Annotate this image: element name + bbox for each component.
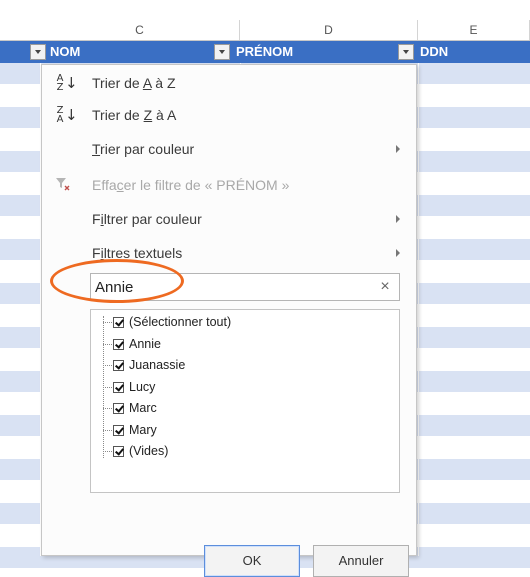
filter-value-list: (Sélectionner tout) Annie Juanassie Lucy Mar… xyxy=(90,309,400,493)
column-header-c[interactable]: C xyxy=(40,20,240,40)
list-item-label: Annie xyxy=(129,336,161,351)
clear-search-icon[interactable]: × xyxy=(371,274,399,300)
sort-by-color-item[interactable]: Trier par couleur xyxy=(42,133,416,165)
sort-ascending-item[interactable]: A Z ↓ Trier de A à Z xyxy=(42,67,416,99)
checkbox-checked-icon[interactable] xyxy=(113,424,124,436)
list-item-label: (Vides) xyxy=(129,444,169,458)
submenu-arrow-icon xyxy=(396,215,400,223)
header-nom: NOM xyxy=(50,44,81,59)
header-prenom: PRÉNOM xyxy=(236,44,294,59)
checkbox-checked-icon[interactable] xyxy=(113,446,124,457)
list-item-label: Mary xyxy=(129,422,157,437)
checkbox-checked-icon[interactable] xyxy=(113,317,124,328)
sort-descending-icon: Z A ↓ xyxy=(56,105,78,125)
tree-connector xyxy=(103,386,112,388)
column-header-e[interactable]: E xyxy=(418,20,530,40)
search-box: × xyxy=(90,273,400,301)
tree-connector xyxy=(103,451,112,452)
clear-filter-item: Effacer le filtre de « PRÉNOM » xyxy=(42,169,416,201)
list-item-label: Marc xyxy=(129,401,157,415)
column-gridline xyxy=(418,63,419,556)
submenu-arrow-icon xyxy=(396,145,400,153)
sort-descending-item[interactable]: Z A ↓ Trier de Z à A xyxy=(42,99,416,131)
submenu-arrow-icon xyxy=(396,249,400,257)
sort-ascending-icon: A Z ↓ xyxy=(56,73,78,93)
tree-connector xyxy=(103,322,112,323)
filter-dropdown-nom[interactable] xyxy=(30,44,46,60)
list-item-label: Juanassie xyxy=(129,358,186,372)
list-item-label: (Sélectionner tout) xyxy=(129,315,232,329)
filter-dropdown-ddn[interactable] xyxy=(398,44,414,60)
column-header-d[interactable]: D xyxy=(240,20,418,40)
checkbox-checked-icon[interactable] xyxy=(113,381,124,393)
tree-connector xyxy=(103,408,112,409)
ok-button[interactable]: OK xyxy=(204,545,300,577)
text-filters-item[interactable]: Filtres textuels xyxy=(42,237,416,269)
filter-by-color-item[interactable]: Filtrer par couleur xyxy=(42,203,416,235)
tree-connector xyxy=(103,343,112,345)
list-item-label: Lucy xyxy=(129,379,156,394)
header-ddn: DDN xyxy=(420,44,449,59)
tree-connector xyxy=(103,429,112,431)
checkbox-checked-icon[interactable] xyxy=(113,338,124,350)
cancel-button[interactable]: Annuler xyxy=(313,545,409,577)
clear-filter-icon xyxy=(55,176,73,194)
filter-menu: A Z ↓ Trier de A à Z Z A ↓ Trier de Z à … xyxy=(41,64,417,577)
filter-dropdown-prenom[interactable] xyxy=(214,44,230,60)
checkbox-checked-icon[interactable] xyxy=(113,403,124,414)
checkbox-checked-icon[interactable] xyxy=(113,360,124,371)
search-input[interactable] xyxy=(91,274,370,300)
tree-connector xyxy=(103,365,112,366)
